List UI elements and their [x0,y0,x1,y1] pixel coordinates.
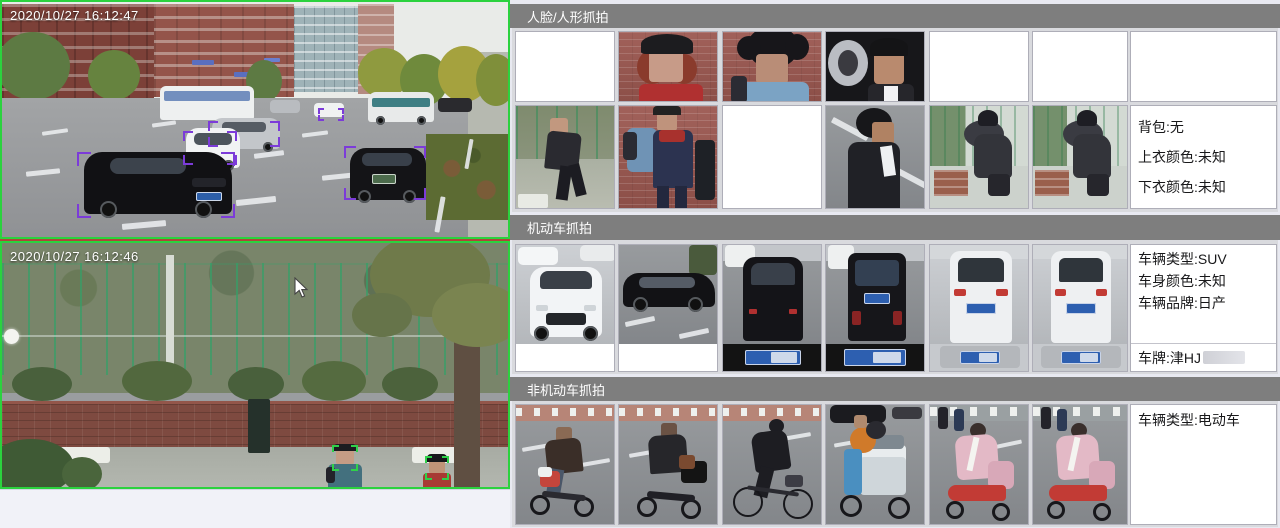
nonmotor-capture-cell[interactable] [825,404,925,525]
vehicle-attr-color: 车身颜色:未知 [1138,270,1276,292]
body-capture-cell[interactable] [825,105,925,209]
body-capture-cell-empty[interactable] [722,105,822,209]
nvr-live-view-window: 2020/10/27 16:12:47 [0,0,1280,528]
nonmotor-capture-cell[interactable] [722,404,822,525]
face-detail-empty-cell [1130,31,1277,102]
face-capture-cell[interactable] [618,31,718,102]
park-scene-art [2,243,508,487]
timestamp-overlay: 2020/10/27 16:12:47 [10,8,139,23]
nonmotor-capture-cell[interactable] [515,404,615,525]
face-capture-cell[interactable] [722,31,822,102]
face-attr-bottom-color: 下衣颜色:未知 [1138,172,1276,202]
face-detail-thumbnail[interactable] [1032,105,1128,209]
body-capture-cell[interactable] [515,105,615,209]
face-attr-backpack: 背包:无 [1138,112,1276,142]
video-feed-street[interactable]: 2020/10/27 16:12:47 [0,0,510,239]
face-panel-title: 人脸/人形抓拍 [527,7,609,26]
timestamp-overlay: 2020/10/27 16:12:46 [10,249,139,264]
body-capture-cell[interactable] [929,105,1029,209]
nonmotor-detail-thumbnail[interactable] [1032,404,1128,525]
vehicle-detection-box [318,108,344,121]
face-panel-header: 人脸/人形抓拍 [510,4,1280,28]
face-capture-cell[interactable] [825,31,925,102]
face-capture-cell-empty[interactable] [929,31,1029,102]
vehicle-capture-cell[interactable] [929,244,1029,372]
nonmotor-detail-attributes: 车辆类型:电动车 [1130,404,1277,525]
vehicle-attr-plate: 车牌:津HJ [1138,348,1201,368]
nonmotor-capture-cell[interactable] [618,404,718,525]
nonmotor-capture-cell[interactable] [929,404,1029,525]
nonmotor-panel-header: 非机动车抓拍 [510,377,1280,401]
vehicle-detail-attributes: 车辆类型:SUV 车身颜色:未知 车辆品牌:日产 车牌:津HJ [1130,244,1277,372]
face-attr-top-color: 上衣颜色:未知 [1138,142,1276,172]
video-feed-park[interactable]: 2020/10/27 16:12:46 [0,241,510,489]
vehicle-attr-type: 车辆类型:SUV [1138,248,1276,270]
face-capture-cell-empty[interactable] [515,31,615,102]
vehicle-capture-cell[interactable] [825,244,925,372]
vehicle-detection-box [344,146,426,200]
face-detection-box [332,445,358,471]
nonmotor-panel-title: 非机动车抓拍 [527,380,605,399]
vehicle-panel-header: 机动车抓拍 [510,215,1280,240]
vehicle-detection-box [208,121,280,147]
face-detail-empty-cell [1032,31,1128,102]
plate-blur [1203,351,1245,364]
vehicle-panel-title: 机动车抓拍 [527,218,592,237]
vehicle-capture-cell[interactable] [515,244,615,372]
vehicle-detail-thumbnail[interactable] [1032,244,1128,372]
capture-results-panel: 人脸/人形抓拍 [510,0,1280,528]
mouse-cursor [294,277,310,304]
face-detection-box [425,456,449,480]
face-detail-attributes: 背包:无 上衣颜色:未知 下衣颜色:未知 [1130,105,1277,209]
nonmotor-attr-type: 车辆类型:电动车 [1138,408,1276,432]
body-capture-cell[interactable] [618,105,718,209]
vehicle-attr-brand: 车辆品牌:日产 [1138,292,1276,314]
vehicle-capture-cell[interactable] [722,244,822,372]
street-scene-art [2,2,508,237]
vehicle-capture-cell[interactable] [618,244,718,372]
playback-control-bar [0,489,510,528]
